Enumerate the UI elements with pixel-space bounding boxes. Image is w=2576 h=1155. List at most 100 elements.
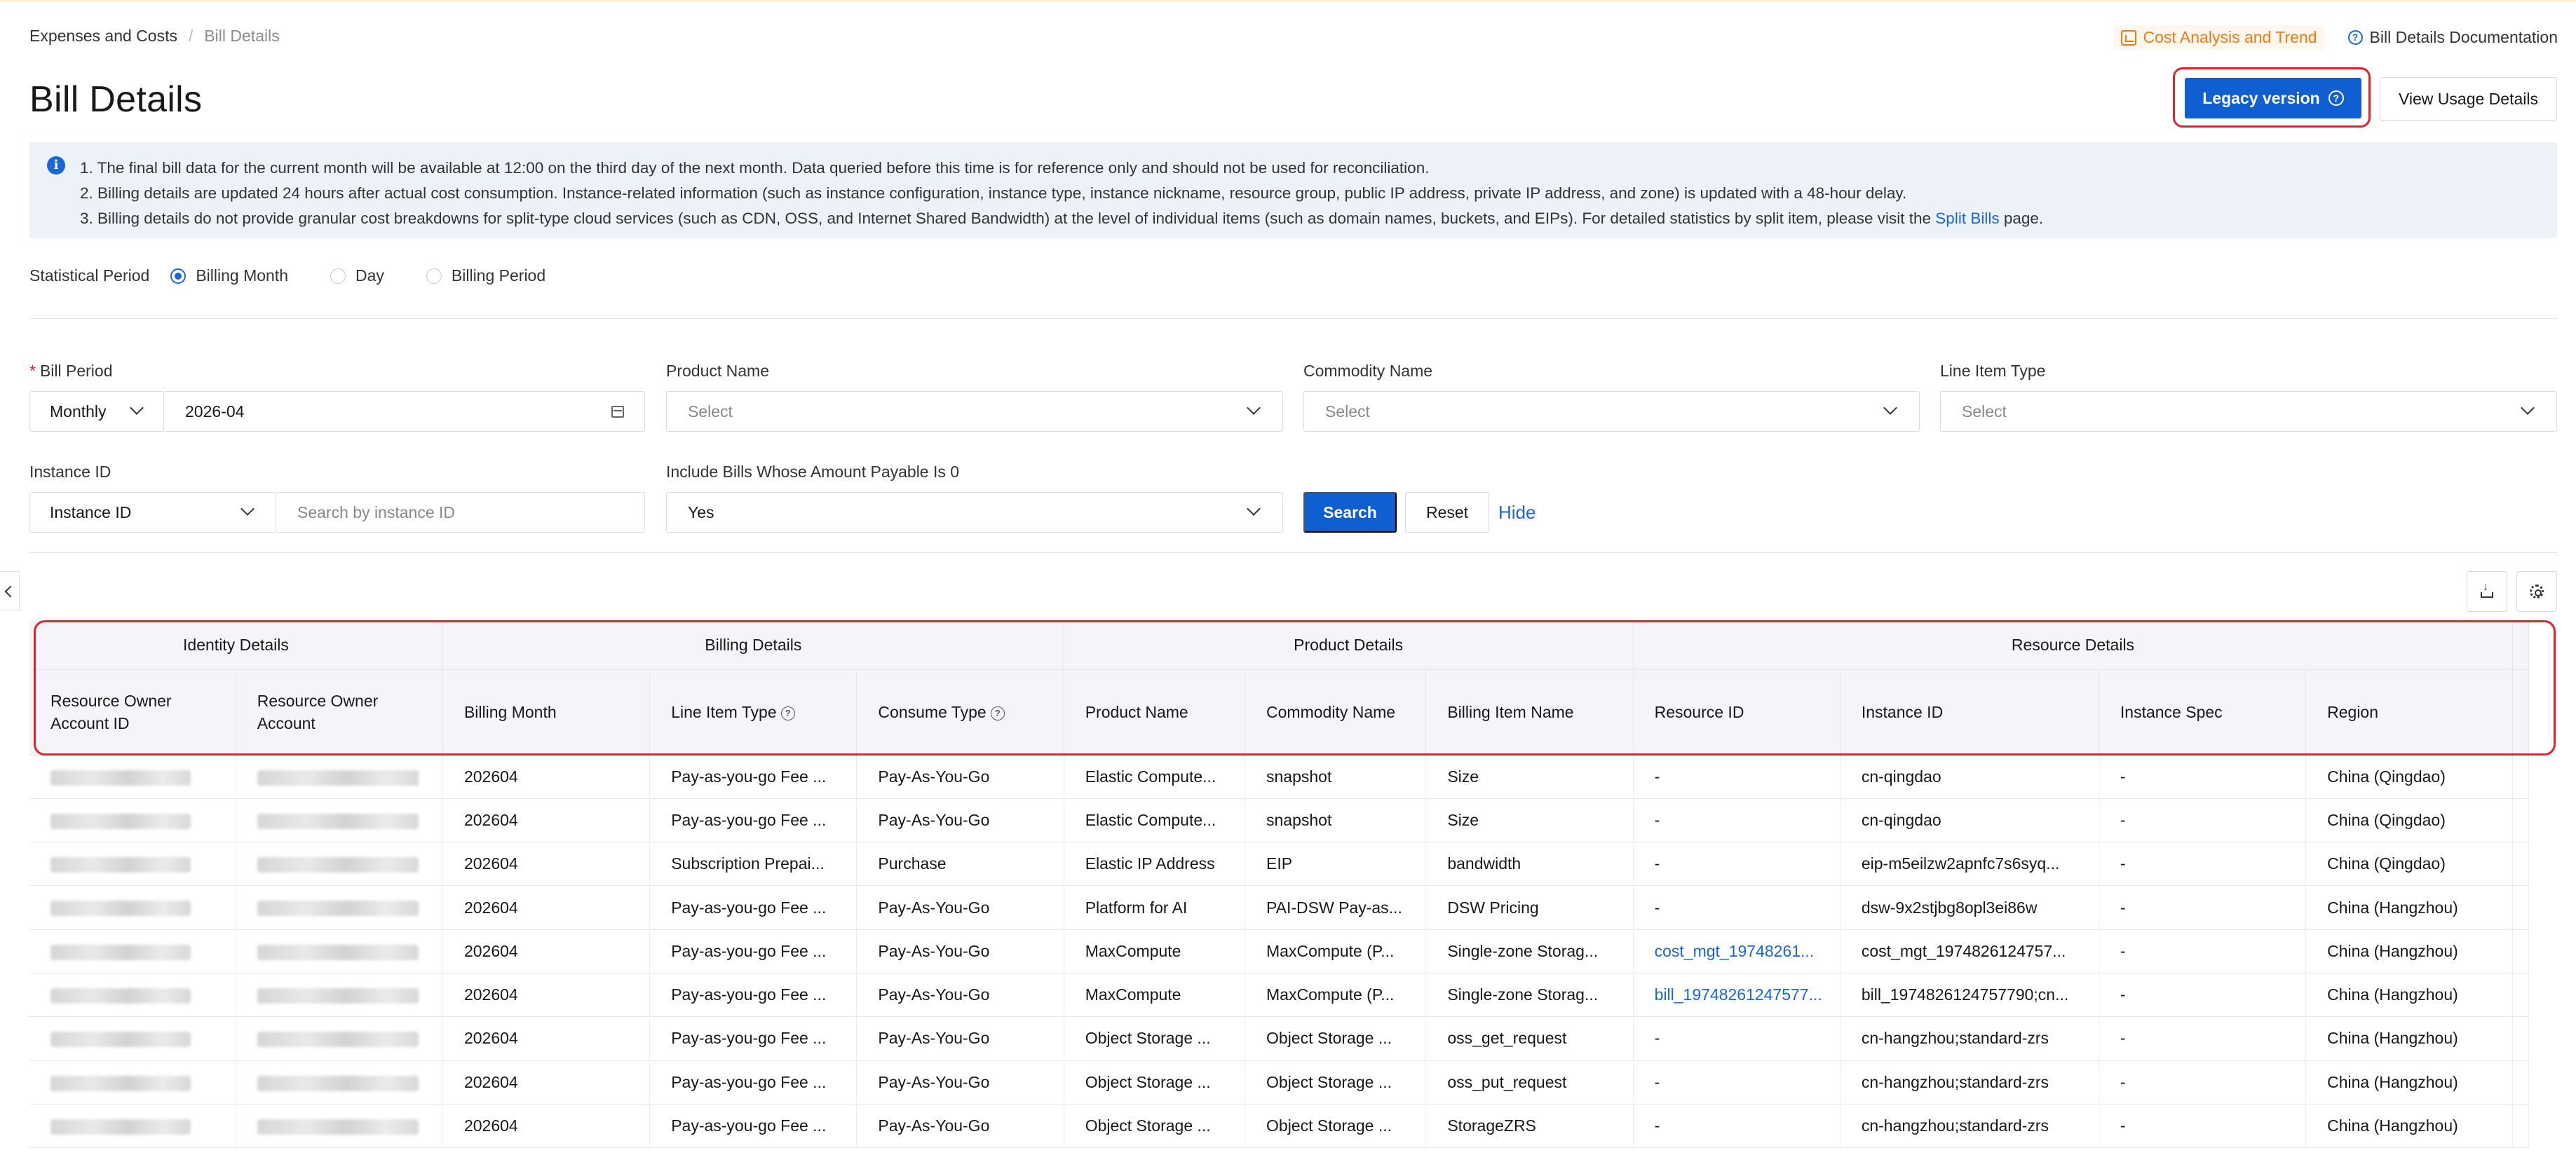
- table-row[interactable]: 202604 Pay-as-you-go Fee ... Pay-As-You-Go…: [29, 755, 2529, 799]
- table-row[interactable]: 202604 Subscription Prepai... Purchase Elas…: [29, 842, 2529, 887]
- table-cell: Elastic IP Address: [1064, 842, 1246, 887]
- cost-analysis-link[interactable]: Cost Analysis and Trend: [2113, 25, 2324, 50]
- table-cell: Pay-As-You-Go: [856, 1016, 1064, 1061]
- search-button[interactable]: Search: [1303, 492, 1397, 533]
- commodity-name-select[interactable]: Select: [1303, 391, 1920, 432]
- table-cell: cn-qingdao: [1840, 798, 2099, 843]
- group-product-details: Product Details: [1064, 622, 1634, 670]
- table-cell: -: [2099, 973, 2307, 1018]
- documentation-link[interactable]: ? Bill Details Documentation: [2347, 28, 2558, 47]
- col-billing-month[interactable]: Billing Month: [442, 669, 651, 756]
- col-instance-spec[interactable]: Instance Spec: [2099, 669, 2307, 756]
- view-usage-details-button[interactable]: View Usage Details: [2380, 77, 2557, 121]
- table-cell[interactable]: bill_19748261247577...: [1633, 973, 1841, 1018]
- table-cell: 202604: [442, 885, 651, 930]
- radio-day[interactable]: Day: [330, 266, 384, 285]
- notice-line-3-end: page.: [2003, 210, 2044, 227]
- table-settings-button[interactable]: [2516, 571, 2557, 612]
- table-cell: snapshot: [1245, 798, 1427, 843]
- bill-period-date-picker[interactable]: 2026-04: [163, 391, 645, 432]
- table-cell: 202604: [442, 1016, 651, 1061]
- table-cell: Object Storage ...: [1064, 1060, 1246, 1105]
- col-commodity-name[interactable]: Commodity Name: [1245, 669, 1427, 756]
- table-row[interactable]: 202604 Pay-as-you-go Fee ... Pay-As-You-Go…: [29, 798, 2529, 843]
- redacted-account-id: [29, 973, 236, 1018]
- line-item-type-select[interactable]: Select: [1940, 391, 2557, 432]
- table-cell: Pay-As-You-Go: [856, 973, 1064, 1018]
- table-row[interactable]: 202604 Pay-as-you-go Fee ... Pay-As-You-Go…: [29, 973, 2529, 1018]
- table-cell: MaxCompute (P...: [1245, 973, 1427, 1018]
- line-item-type-label: Line Item Type: [1940, 362, 2046, 380]
- redacted-account-id: [29, 1016, 236, 1061]
- table-cell[interactable]: cost_mgt_19748261...: [1633, 929, 1841, 973]
- redacted-account-name: [236, 885, 443, 930]
- zero-amount-label: Include Bills Whose Amount Payable Is 0: [666, 463, 960, 481]
- split-bills-link[interactable]: Split Bills: [1935, 210, 1999, 227]
- redacted-account-id: [29, 1060, 236, 1105]
- table-row[interactable]: 202604 Pay-as-you-go Fee ... Pay-As-You-Go…: [29, 1060, 2529, 1105]
- col-resource-owner-account[interactable]: Resource Owner Account: [236, 669, 443, 756]
- sidebar-collapse-toggle[interactable]: [0, 571, 20, 610]
- col-billing-item-name[interactable]: Billing Item Name: [1425, 669, 1634, 756]
- table-row[interactable]: 202604 Pay-as-you-go Fee ... Pay-As-You-Go…: [29, 1016, 2529, 1061]
- instance-id-mode-select[interactable]: Instance ID: [29, 492, 276, 533]
- radio-label: Billing Month: [196, 266, 288, 285]
- table-cell: -: [1633, 798, 1841, 843]
- legacy-version-button[interactable]: Legacy version ?: [2185, 78, 2361, 118]
- table-cell: -: [1633, 1104, 1841, 1149]
- bill-period-mode-select[interactable]: Monthly: [29, 391, 164, 432]
- redacted-account-name: [236, 842, 443, 887]
- col-resource-id[interactable]: Resource ID: [1633, 669, 1841, 756]
- chevron-down-icon: [240, 502, 255, 516]
- radio-billing-period[interactable]: Billing Period: [426, 266, 545, 285]
- table-cell: -: [2099, 929, 2307, 973]
- table-cell: Size: [1425, 755, 1634, 799]
- download-button[interactable]: [2467, 571, 2507, 612]
- table-row[interactable]: 202604 Pay-as-you-go Fee ... Pay-As-You-Go…: [29, 885, 2529, 930]
- top-links: Cost Analysis and Trend ? Bill Details D…: [2113, 25, 2558, 50]
- col-region[interactable]: Region: [2305, 669, 2514, 756]
- chart-icon: [2120, 29, 2136, 46]
- redacted-account-name: [236, 929, 443, 973]
- divider: [29, 552, 2557, 553]
- table-cell: Pay-as-you-go Fee ...: [649, 755, 857, 799]
- help-circle-icon[interactable]: ?: [780, 706, 795, 720]
- col-product-name[interactable]: Product Name: [1064, 669, 1246, 756]
- chevron-down-icon: [1247, 401, 1261, 415]
- table-cell: -: [2099, 1060, 2307, 1105]
- table-cell: cost_mgt_1974826124757...: [1840, 929, 2099, 973]
- redacted-account-name: [236, 798, 443, 843]
- breadcrumb: Expenses and Costs / Bill Details: [29, 27, 280, 46]
- col-instance-id[interactable]: Instance ID: [1840, 669, 2099, 756]
- table-cell: Single-zone Storag...: [1425, 929, 1634, 973]
- bill-period-mode-value: Monthly: [50, 402, 107, 421]
- table-cell: -: [2099, 1016, 2307, 1061]
- col-consume-type[interactable]: Consume Type?: [856, 669, 1064, 756]
- instance-id-search-input[interactable]: Search by instance ID: [276, 492, 645, 533]
- table-cell: Pay-as-you-go Fee ...: [649, 1016, 857, 1061]
- table-cell: 202604: [442, 929, 651, 973]
- table-cell: China (Hangzhou): [2305, 1060, 2514, 1105]
- radio-billing-month[interactable]: Billing Month: [170, 266, 288, 285]
- col-resource-owner-account-id[interactable]: Resource Owner Account ID: [29, 669, 236, 756]
- col-line-item-type[interactable]: Line Item Type?: [649, 669, 857, 756]
- table-row[interactable]: 202604 Pay-as-you-go Fee ... Pay-As-You-Go…: [29, 1104, 2529, 1149]
- help-circle-icon: ?: [2328, 90, 2344, 106]
- product-name-select[interactable]: Select: [666, 391, 1283, 432]
- row-filler: [2512, 798, 2529, 843]
- chevron-down-icon: [1247, 502, 1261, 516]
- product-name-placeholder: Select: [688, 402, 733, 421]
- table-cell: -: [2099, 1104, 2307, 1149]
- breadcrumb-parent[interactable]: Expenses and Costs: [29, 27, 177, 46]
- hide-filters-link[interactable]: Hide: [1498, 502, 1536, 524]
- reset-button[interactable]: Reset: [1405, 492, 1489, 533]
- info-icon: i: [47, 156, 65, 175]
- table-cell: Pay-As-You-Go: [856, 798, 1064, 843]
- zero-amount-select[interactable]: Yes: [666, 492, 1283, 533]
- redacted-account-id: [29, 755, 236, 799]
- table-row[interactable]: 202604 Pay-as-you-go Fee ... Pay-As-You-Go…: [29, 929, 2529, 973]
- table-cell: cn-hangzhou;standard-zrs: [1840, 1016, 2099, 1061]
- row-filler: [2512, 755, 2529, 799]
- help-circle-icon[interactable]: ?: [990, 706, 1005, 720]
- table-cell: 202604: [442, 842, 651, 887]
